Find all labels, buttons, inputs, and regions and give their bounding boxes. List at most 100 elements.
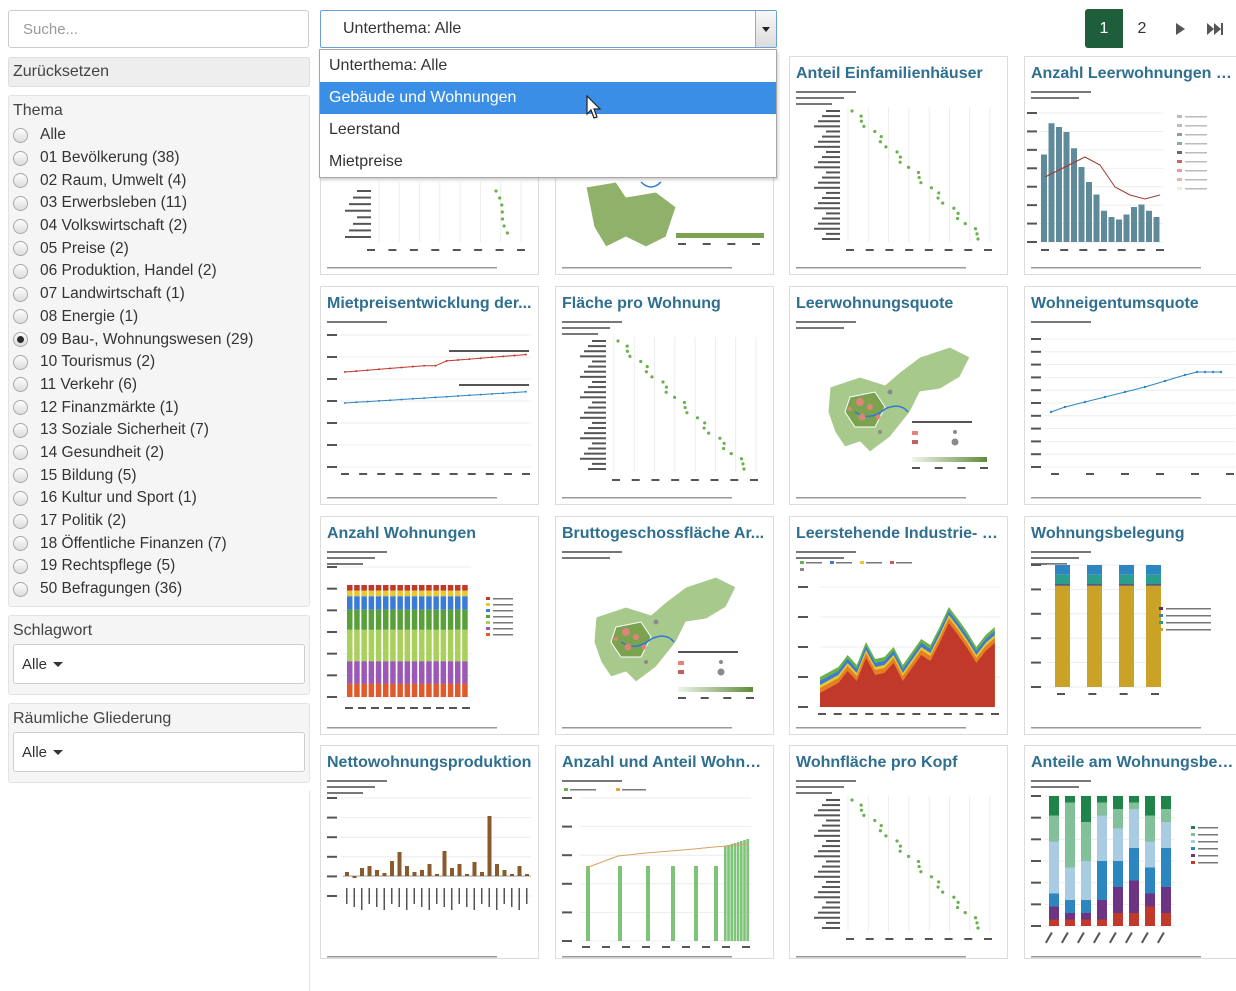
thema-option[interactable]: 07 Landwirtschaft (1): [13, 283, 305, 306]
radio-button[interactable]: [13, 377, 28, 393]
thema-radio-list: Alle 01 Bevölkerung (38) 02 Raum, Umwelt (…: [13, 124, 305, 600]
radio-button[interactable]: [13, 263, 28, 279]
chart-card-title[interactable]: Wohnungsbelegung: [1031, 525, 1236, 543]
thema-option[interactable]: 18 Öffentliche Finanzen (7): [13, 532, 305, 555]
chart-card[interactable]: Fläche pro Wohnung: [555, 286, 774, 505]
schlagwort-value: Alle: [22, 655, 48, 673]
page-1-button[interactable]: 1: [1085, 9, 1123, 48]
thema-option-label: 10 Tourismus (2): [40, 353, 156, 371]
thema-option[interactable]: 14 Gesundheit (2): [13, 442, 305, 465]
chart-card-title[interactable]: Fläche pro Wohnung: [562, 295, 767, 313]
thema-option[interactable]: 01 Bevölkerung (38): [13, 147, 305, 170]
schlagwort-select[interactable]: Alle: [13, 644, 305, 685]
thema-option[interactable]: 13 Soziale Sicherheit (7): [13, 419, 305, 442]
radio-button[interactable]: [13, 490, 28, 506]
next-page-icon[interactable]: [1161, 9, 1199, 48]
thema-option[interactable]: 08 Energie (1): [13, 306, 305, 329]
radio-button[interactable]: [13, 536, 28, 552]
chart-card[interactable]: Anteil Einfamilienhäuser: [789, 56, 1008, 275]
chart-card[interactable]: Nettowohnungsproduktion: [320, 745, 539, 959]
radio-button[interactable]: [13, 468, 28, 484]
chart-card-title[interactable]: Anzahl Wohnungen: [327, 525, 532, 543]
chart-card-title[interactable]: Nettowohnungsproduktion: [327, 754, 532, 772]
thema-option[interactable]: 02 Raum, Umwelt (4): [13, 169, 305, 192]
chart-card[interactable]: Leerwohnungsquote: [789, 286, 1008, 505]
chart-card[interactable]: Anteile am Wohnungsbes...: [1024, 745, 1236, 959]
subthema-option[interactable]: Mietpreise: [320, 146, 776, 178]
chart-card[interactable]: Anzahl Leerwohnungen u...: [1024, 56, 1236, 275]
reset-button[interactable]: Zurücksetzen: [8, 57, 310, 87]
thema-option-label: Alle: [40, 126, 66, 144]
thema-panel: Thema Alle 01 Bevölkerung (38) 02 Raum, Um…: [8, 95, 310, 608]
chart-card[interactable]: Anzahl und Anteil Wohnu...: [555, 745, 774, 959]
chart-card-title[interactable]: Anzahl und Anteil Wohnu...: [562, 754, 767, 772]
chart-card-title[interactable]: Leerwohnungsquote: [796, 295, 1001, 313]
chart-card-title[interactable]: Anteil Einfamilienhäuser: [796, 65, 1001, 83]
radio-button[interactable]: [13, 558, 28, 574]
radio-button[interactable]: [13, 286, 28, 302]
chart-card-title[interactable]: Mietpreisentwicklung der...: [327, 295, 532, 313]
page-2-button[interactable]: 2: [1123, 9, 1161, 48]
last-page-icon[interactable]: [1199, 9, 1231, 48]
thema-option[interactable]: 12 Finanzmärkte (1): [13, 396, 305, 419]
thema-option[interactable]: 15 Bildung (5): [13, 464, 305, 487]
dropdown-arrow-icon[interactable]: [755, 11, 776, 47]
radio-button[interactable]: [13, 354, 28, 370]
radio-button[interactable]: [13, 241, 28, 257]
thema-option[interactable]: 50 Befragungen (36): [13, 578, 305, 601]
thema-option[interactable]: 19 Rechtspflege (5): [13, 555, 305, 578]
chart-card[interactable]: Wohnfläche pro Kopf: [789, 745, 1008, 959]
radio-button[interactable]: [13, 218, 28, 234]
thema-option-label: 05 Preise (2): [40, 239, 129, 257]
thema-option-label: 14 Gesundheit (2): [40, 443, 165, 461]
chart-card[interactable]: Anzahl Wohnungen: [320, 516, 539, 735]
chart-thumbnail: [796, 91, 992, 269]
thema-option-label: 01 Bevölkerung (38): [40, 149, 180, 167]
subthema-option[interactable]: Gebäude und Wohnungen: [320, 82, 776, 114]
radio-button[interactable]: [13, 309, 28, 325]
raeumlich-select[interactable]: Alle: [13, 732, 305, 773]
radio-button[interactable]: [13, 513, 28, 529]
thema-option-label: 50 Befragungen (36): [40, 580, 183, 598]
radio-button[interactable]: [13, 445, 28, 461]
radio-button[interactable]: [13, 127, 28, 143]
radio-button[interactable]: [13, 195, 28, 211]
radio-button[interactable]: [13, 422, 28, 438]
subthema-select[interactable]: Unterthema: Alle: [320, 10, 777, 48]
thema-option-label: 04 Volkswirtschaft (2): [40, 217, 188, 235]
chart-card-title[interactable]: Anzahl Leerwohnungen u...: [1031, 65, 1236, 83]
chart-card[interactable]: Leerstehende Industrie- u...: [789, 516, 1008, 735]
subthema-option[interactable]: Unterthema: Alle: [320, 50, 776, 82]
thema-option[interactable]: 04 Volkswirtschaft (2): [13, 215, 305, 238]
thema-option[interactable]: 09 Bau-, Wohnungswesen (29): [13, 328, 305, 351]
chart-card[interactable]: Wohneigentumsquote: [1024, 286, 1236, 505]
thema-option[interactable]: 11 Verkehr (6): [13, 374, 305, 397]
radio-button[interactable]: [13, 581, 28, 597]
chart-card-title[interactable]: Anteile am Wohnungsbes...: [1031, 754, 1236, 772]
chart-card-title[interactable]: Wohnfläche pro Kopf: [796, 754, 1001, 772]
thema-option[interactable]: 10 Tourismus (2): [13, 351, 305, 374]
radio-button[interactable]: [13, 173, 28, 189]
thema-option[interactable]: Alle: [13, 124, 305, 147]
thema-option[interactable]: 03 Erwerbsleben (11): [13, 192, 305, 215]
thema-option[interactable]: 05 Preise (2): [13, 237, 305, 260]
chart-card[interactable]: Bruttogeschossfläche Ar...: [555, 516, 774, 735]
radio-button[interactable]: [13, 332, 28, 348]
thema-option[interactable]: 16 Kultur und Sport (1): [13, 487, 305, 510]
raeumlich-value: Alle: [22, 743, 48, 761]
subthema-dropdown-list: Unterthema: Alle Gebäude und Wohnungen L…: [319, 49, 777, 178]
thema-option-label: 11 Verkehr (6): [40, 375, 138, 393]
search-input[interactable]: Suche...: [8, 10, 309, 48]
chart-card[interactable]: Wohnungsbelegung: [1024, 516, 1236, 735]
subthema-option[interactable]: Leerstand: [320, 114, 776, 146]
schlagwort-title: Schlagwort: [13, 622, 93, 640]
chart-card-title[interactable]: Bruttogeschossfläche Ar...: [562, 525, 767, 543]
chart-card-title[interactable]: Leerstehende Industrie- u...: [796, 525, 1001, 543]
chart-card[interactable]: Mietpreisentwicklung der...: [320, 286, 539, 505]
thema-option[interactable]: 06 Produktion, Handel (2): [13, 260, 305, 283]
thema-option[interactable]: 17 Politik (2): [13, 510, 305, 533]
chart-thumbnail: [1027, 91, 1207, 269]
radio-button[interactable]: [13, 400, 28, 416]
radio-button[interactable]: [13, 150, 28, 166]
chart-card-title[interactable]: Wohneigentumsquote: [1031, 295, 1236, 313]
